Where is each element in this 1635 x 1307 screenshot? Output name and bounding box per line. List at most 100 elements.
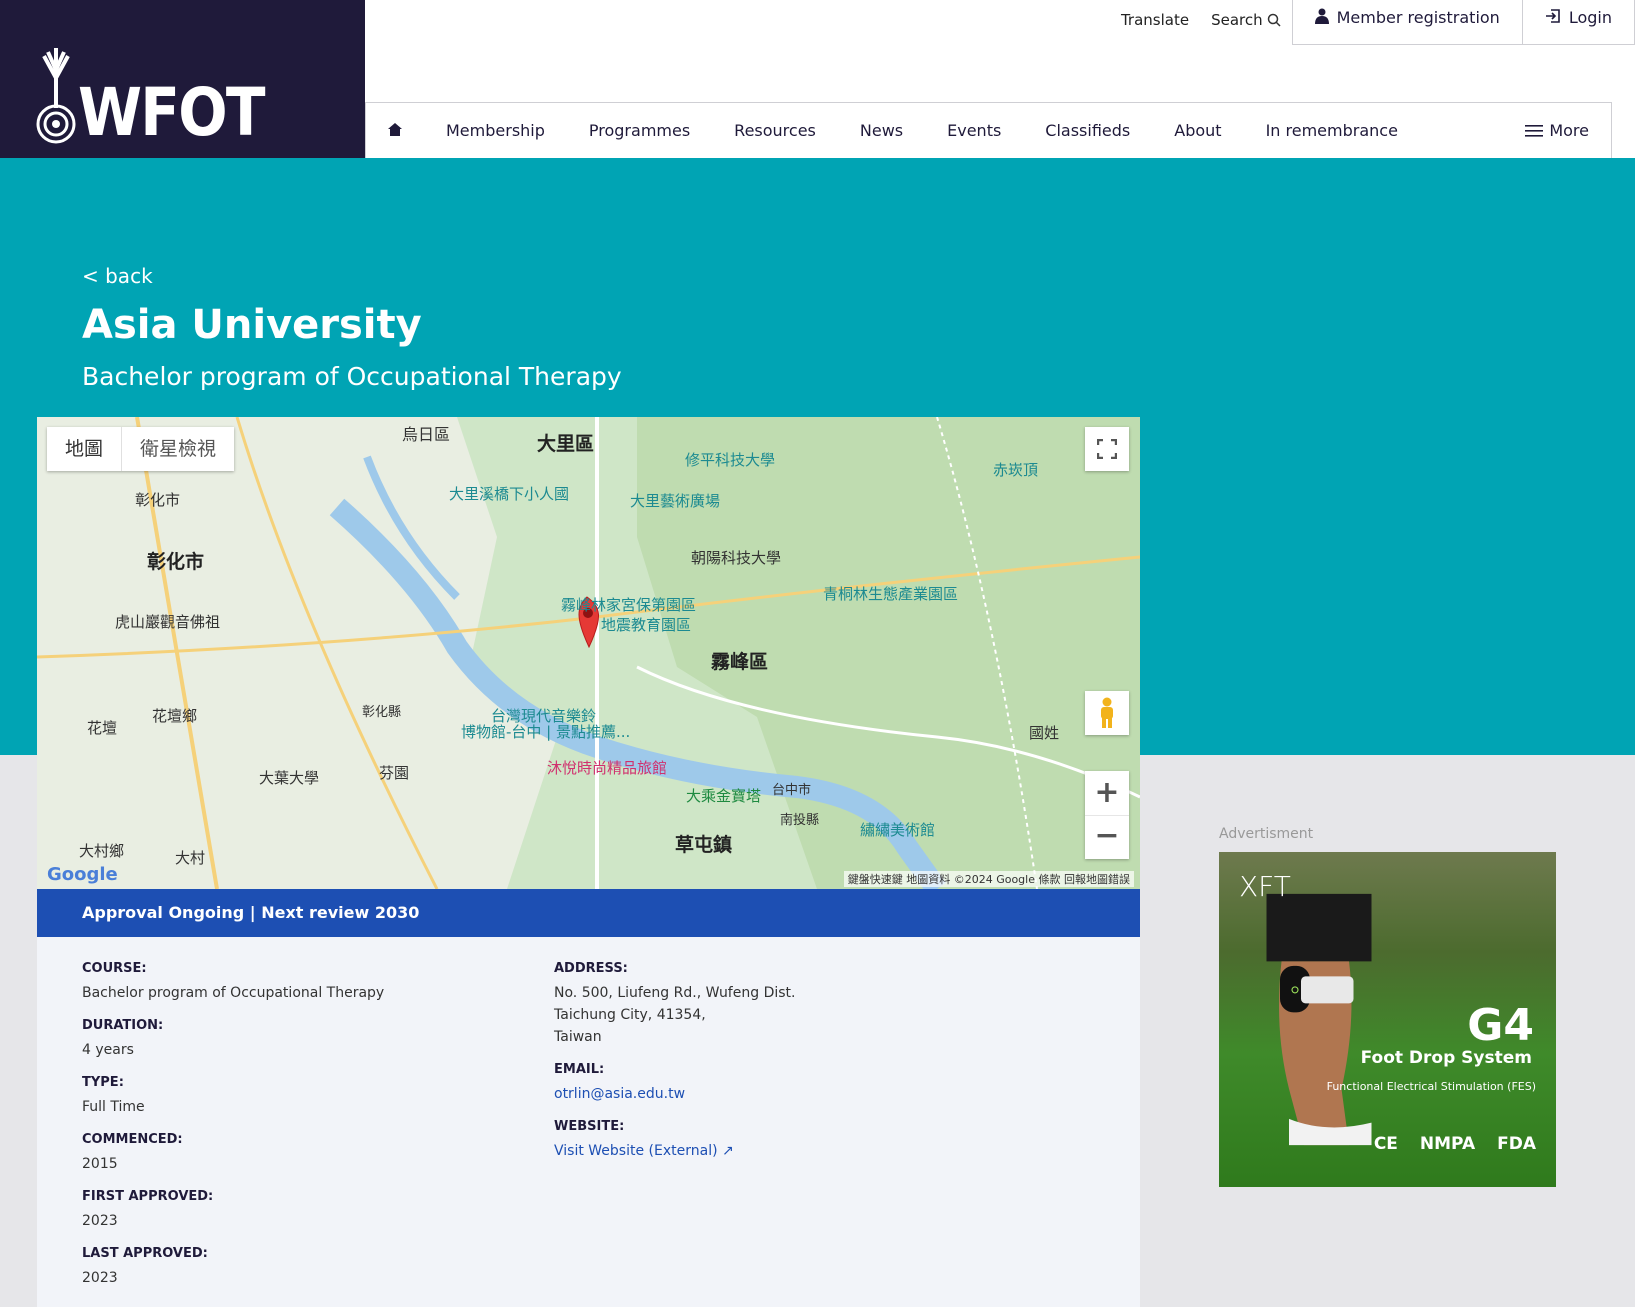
address-label: ADDRESS: xyxy=(554,961,628,976)
duration-label: DURATION: xyxy=(82,1018,164,1033)
map-poi-dali-art[interactable]: 大里藝術廣場 xyxy=(630,490,720,511)
map-label-changhua-city: 彰化市 xyxy=(135,491,181,509)
last-approved-label: LAST APPROVED: xyxy=(82,1246,208,1261)
map-label-changhua-county: 彰化縣 xyxy=(362,705,402,720)
back-link[interactable]: < back xyxy=(82,264,153,288)
zoom-out-button[interactable]: − xyxy=(1085,815,1129,859)
address-line-3: Taiwan xyxy=(554,1029,602,1045)
nav-classifieds[interactable]: Classifieds xyxy=(1023,121,1152,140)
map-poi-wufeng-lin[interactable]: 霧峰林家宮保第園區 xyxy=(561,594,696,615)
map-poi-dacheng[interactable]: 大乘金寶塔 xyxy=(686,785,761,806)
map-type-satellite-button[interactable]: 衛星檢視 xyxy=(121,427,234,471)
map-poi-chaoyang[interactable]: 朝陽科技大學 xyxy=(691,547,781,568)
map-poi-earthquake[interactable]: 地震教育園區 xyxy=(601,614,691,635)
first-approved-value: 2023 xyxy=(82,1213,118,1229)
street-view-button[interactable] xyxy=(1085,691,1129,735)
address-line-1: No. 500, Liufeng Rd., Wufeng Dist. xyxy=(554,985,796,1001)
map-poi-chikanding[interactable]: 赤崁頂 xyxy=(993,459,1038,480)
approval-status-bar: Approval Ongoing | Next review 2030 xyxy=(37,889,1140,937)
home-icon xyxy=(388,123,402,136)
nav-events[interactable]: Events xyxy=(925,121,1023,140)
map-label-fenyuan: 芬園 xyxy=(379,764,410,782)
ad-subtitle: Foot Drop System xyxy=(1360,1048,1532,1068)
user-icon xyxy=(1314,8,1329,24)
website-link[interactable]: Visit Website (External) ↗ xyxy=(554,1140,795,1162)
ad-label: Advertisment xyxy=(1219,826,1314,842)
utility-bar: Translate Search Member registration Log… xyxy=(1110,0,1635,74)
map-poi-dali-bridge[interactable]: 大里溪橋下小人國 xyxy=(449,483,569,504)
address-value: No. 500, Liufeng Rd., Wufeng Dist. Taich… xyxy=(554,982,795,1048)
programme-details: COURSE: Bachelor program of Occupational… xyxy=(37,937,1140,1307)
course-value: Bachelor program of Occupational Therapy xyxy=(82,985,385,1001)
nav-news[interactable]: News xyxy=(838,121,925,140)
details-left-column: COURSE: Bachelor program of Occupational… xyxy=(82,961,384,1289)
more-menu-button[interactable]: More xyxy=(1525,121,1611,140)
logo-text: WFOT xyxy=(78,74,265,151)
main-nav: Membership Programmes Resources News Eve… xyxy=(365,102,1612,158)
ad-certifications: CE NMPA FDA xyxy=(1374,1134,1536,1154)
map-background xyxy=(37,417,1140,889)
page-subtitle: Bachelor program of Occupational Therapy xyxy=(82,362,622,391)
ad-fes-text: Functional Electrical Stimulation (FES) xyxy=(1326,1080,1536,1093)
duration-value: 4 years xyxy=(82,1042,134,1058)
map-poi-dayeh[interactable]: 大葉大學 xyxy=(259,767,319,788)
map-poi-xiuping[interactable]: 修平科技大學 xyxy=(685,449,775,470)
header: Translate Search Member registration Log… xyxy=(365,0,1635,158)
map-label-dacun: 大村 xyxy=(175,849,206,867)
nav-programmes[interactable]: Programmes xyxy=(567,121,712,140)
map-label-guoxing: 國姓 xyxy=(1029,724,1060,742)
zoom-control: + − xyxy=(1085,771,1129,859)
map-poi-museum-2[interactable]: 博物館-台中 | 景點推薦... xyxy=(461,721,630,742)
map-label-huatan: 花壇鄉 xyxy=(152,707,198,725)
map-poi-embroidery[interactable]: 繡繡美術館 xyxy=(860,819,935,840)
last-approved-value: 2023 xyxy=(82,1270,118,1286)
ce-mark: CE xyxy=(1373,1134,1398,1154)
login-label: Login xyxy=(1568,8,1612,27)
menu-icon xyxy=(1525,124,1544,137)
website-label: WEBSITE: xyxy=(554,1119,625,1134)
map-label-dacun-town: 大村鄉 xyxy=(79,842,125,860)
map-poi-huishan[interactable]: 虎山巖觀音佛祖 xyxy=(115,611,220,632)
member-registration-label: Member registration xyxy=(1336,8,1500,27)
member-registration-button[interactable]: Member registration xyxy=(1291,0,1523,45)
fullscreen-icon xyxy=(1097,439,1117,459)
email-label: EMAIL: xyxy=(554,1062,605,1077)
search-icon xyxy=(1267,13,1281,27)
type-value: Full Time xyxy=(82,1099,145,1115)
google-logo: Google xyxy=(47,864,118,885)
email-link[interactable]: otrlin@asia.edu.tw xyxy=(554,1083,795,1105)
ad-brand: XFT xyxy=(1239,870,1291,903)
translate-link[interactable]: Translate xyxy=(1110,0,1200,40)
nmpa-mark: NMPA xyxy=(1419,1134,1476,1154)
map-view[interactable]: 大里區 烏日區 彰化市 彰化市 霧峰區 草屯鎮 花壇鄉 花壇 芬園 大村鄉 大村… xyxy=(37,417,1140,889)
logo[interactable]: WFOT xyxy=(0,0,365,158)
commenced-value: 2015 xyxy=(82,1156,118,1172)
map-poi-hotel[interactable]: 沐悅時尚精品旅館 xyxy=(547,757,667,778)
search-label: Search xyxy=(1211,11,1263,29)
map-type-map-button[interactable]: 地圖 xyxy=(47,427,121,471)
map-label-huatan-2: 花壇 xyxy=(87,719,118,737)
type-label: TYPE: xyxy=(82,1075,124,1090)
nav-in-remembrance[interactable]: In remembrance xyxy=(1244,121,1420,140)
course-label: COURSE: xyxy=(82,961,147,976)
first-approved-label: FIRST APPROVED: xyxy=(82,1189,214,1204)
login-button[interactable]: Login xyxy=(1522,0,1635,45)
map-label-dali: 大里區 xyxy=(537,433,595,455)
wfot-emblem-icon xyxy=(36,48,76,144)
map-label-taichung: 台中市 xyxy=(772,783,812,798)
home-link[interactable] xyxy=(366,121,424,140)
nav-about[interactable]: About xyxy=(1152,121,1243,140)
advertisement[interactable]: XFT G4 Foot Drop System Functional Elect… xyxy=(1219,852,1556,1187)
map-label-caotun: 草屯鎮 xyxy=(675,834,733,856)
map-poi-qingtong[interactable]: 青桐林生態產業園區 xyxy=(823,583,958,604)
nav-membership[interactable]: Membership xyxy=(424,121,567,140)
map-attribution[interactable]: 鍵盤快速鍵 地圖資料 ©2024 Google 條款 回報地圖錯誤 xyxy=(843,871,1134,887)
fda-mark: FDA xyxy=(1497,1134,1536,1154)
search-link[interactable]: Search xyxy=(1200,0,1292,40)
map-label-wuri: 烏日區 xyxy=(402,425,451,444)
nav-resources[interactable]: Resources xyxy=(712,121,838,140)
fullscreen-button[interactable] xyxy=(1085,427,1129,471)
map-label-changhua-city-2: 彰化市 xyxy=(147,551,205,573)
zoom-in-button[interactable]: + xyxy=(1094,771,1119,815)
map-label-wufeng: 霧峰區 xyxy=(711,651,769,673)
